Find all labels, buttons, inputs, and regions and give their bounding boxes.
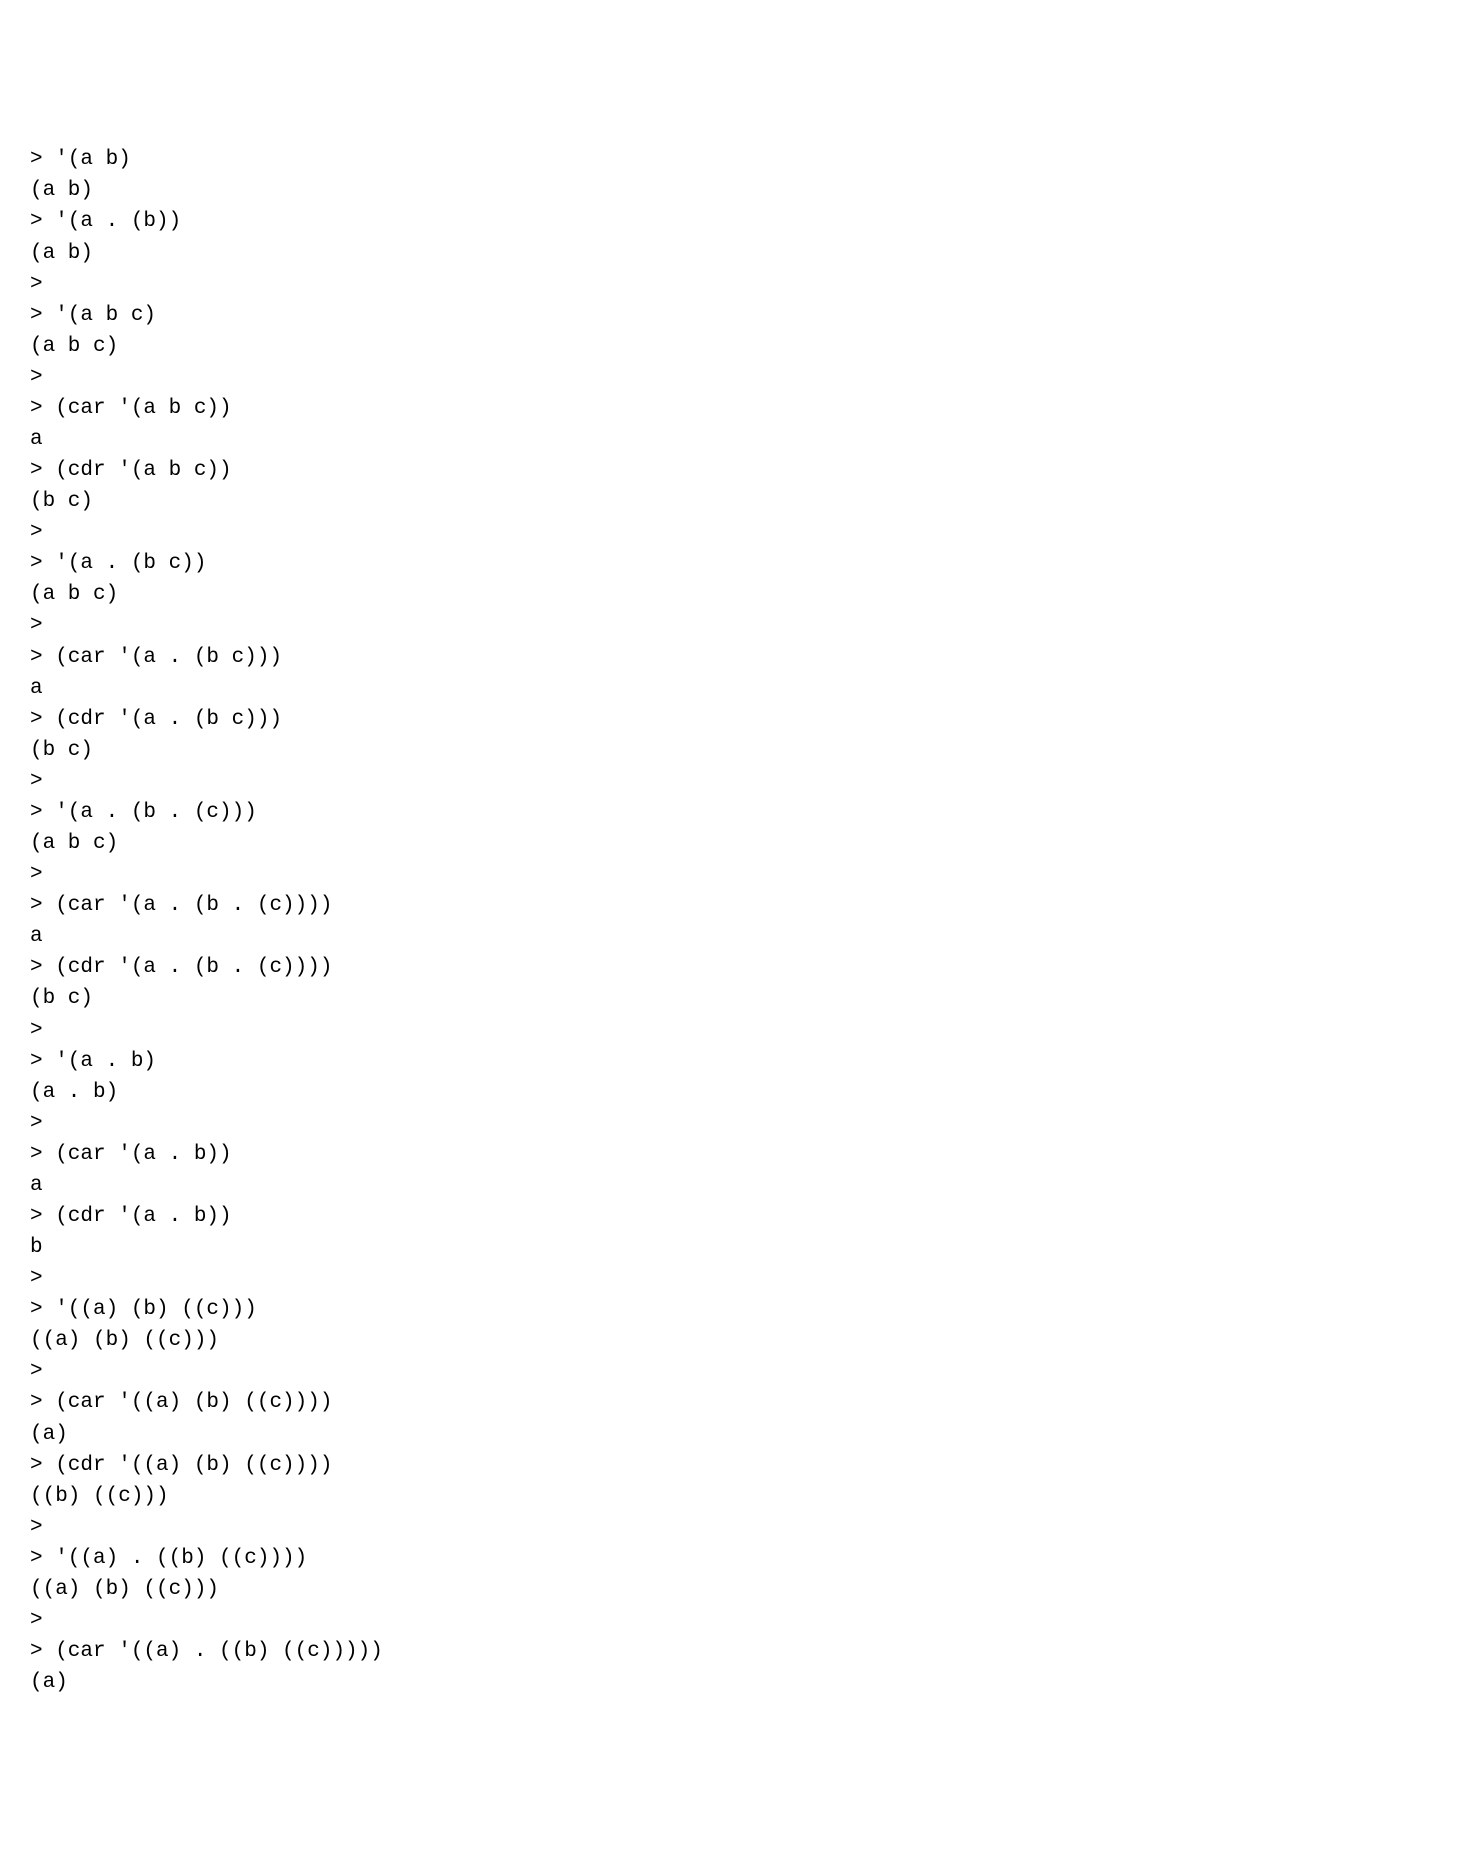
repl-line: > (car '((a) . ((b) ((c))))): [30, 1636, 1440, 1667]
repl-line: > (car '(a . (b c))): [30, 642, 1440, 673]
repl-line: > (cdr '(a . b)): [30, 1201, 1440, 1232]
repl-line: >: [30, 1512, 1440, 1543]
repl-line: ((b) ((c))): [30, 1481, 1440, 1512]
repl-line: > (car '(a . (b . (c)))): [30, 890, 1440, 921]
repl-line: > (cdr '(a b c)): [30, 455, 1440, 486]
repl-line: (b c): [30, 983, 1440, 1014]
repl-line: (a b): [30, 238, 1440, 269]
repl-line: > '(a . b): [30, 1046, 1440, 1077]
repl-line: > '((a) (b) ((c))): [30, 1294, 1440, 1325]
repl-line: (a b c): [30, 828, 1440, 859]
repl-line: > '(a b c): [30, 300, 1440, 331]
repl-line: > (cdr '((a) (b) ((c)))): [30, 1450, 1440, 1481]
repl-line: > '(a b): [30, 144, 1440, 175]
repl-line: >: [30, 610, 1440, 641]
repl-line: >: [30, 1108, 1440, 1139]
repl-line: ((a) (b) ((c))): [30, 1325, 1440, 1356]
repl-line: > (cdr '(a . (b . (c)))): [30, 952, 1440, 983]
repl-line: >: [30, 517, 1440, 548]
repl-line: (a): [30, 1667, 1440, 1698]
repl-line: (a . b): [30, 1077, 1440, 1108]
repl-line: (b c): [30, 735, 1440, 766]
repl-line: ((a) (b) ((c))): [30, 1574, 1440, 1605]
repl-line: (a b): [30, 175, 1440, 206]
repl-line: > (car '(a . b)): [30, 1139, 1440, 1170]
repl-line: > '((a) . ((b) ((c)))): [30, 1543, 1440, 1574]
repl-line: > (car '((a) (b) ((c)))): [30, 1387, 1440, 1418]
repl-transcript: > '(a b)(a b)> '(a . (b))(a b)>> '(a b c…: [30, 144, 1440, 1698]
repl-line: >: [30, 766, 1440, 797]
repl-line: (b c): [30, 486, 1440, 517]
repl-line: >: [30, 1356, 1440, 1387]
repl-line: >: [30, 1605, 1440, 1636]
repl-line: > (car '(a b c)): [30, 393, 1440, 424]
repl-line: >: [30, 859, 1440, 890]
repl-line: a: [30, 921, 1440, 952]
repl-line: (a b c): [30, 579, 1440, 610]
repl-line: a: [30, 1170, 1440, 1201]
repl-line: > '(a . (b c)): [30, 548, 1440, 579]
repl-line: a: [30, 424, 1440, 455]
repl-line: > (cdr '(a . (b c))): [30, 704, 1440, 735]
repl-line: > '(a . (b)): [30, 206, 1440, 237]
repl-line: >: [30, 362, 1440, 393]
repl-line: (a): [30, 1419, 1440, 1450]
repl-line: >: [30, 1263, 1440, 1294]
repl-line: >: [30, 269, 1440, 300]
repl-line: > '(a . (b . (c))): [30, 797, 1440, 828]
repl-line: >: [30, 1015, 1440, 1046]
repl-line: (a b c): [30, 331, 1440, 362]
repl-line: a: [30, 673, 1440, 704]
repl-line: b: [30, 1232, 1440, 1263]
